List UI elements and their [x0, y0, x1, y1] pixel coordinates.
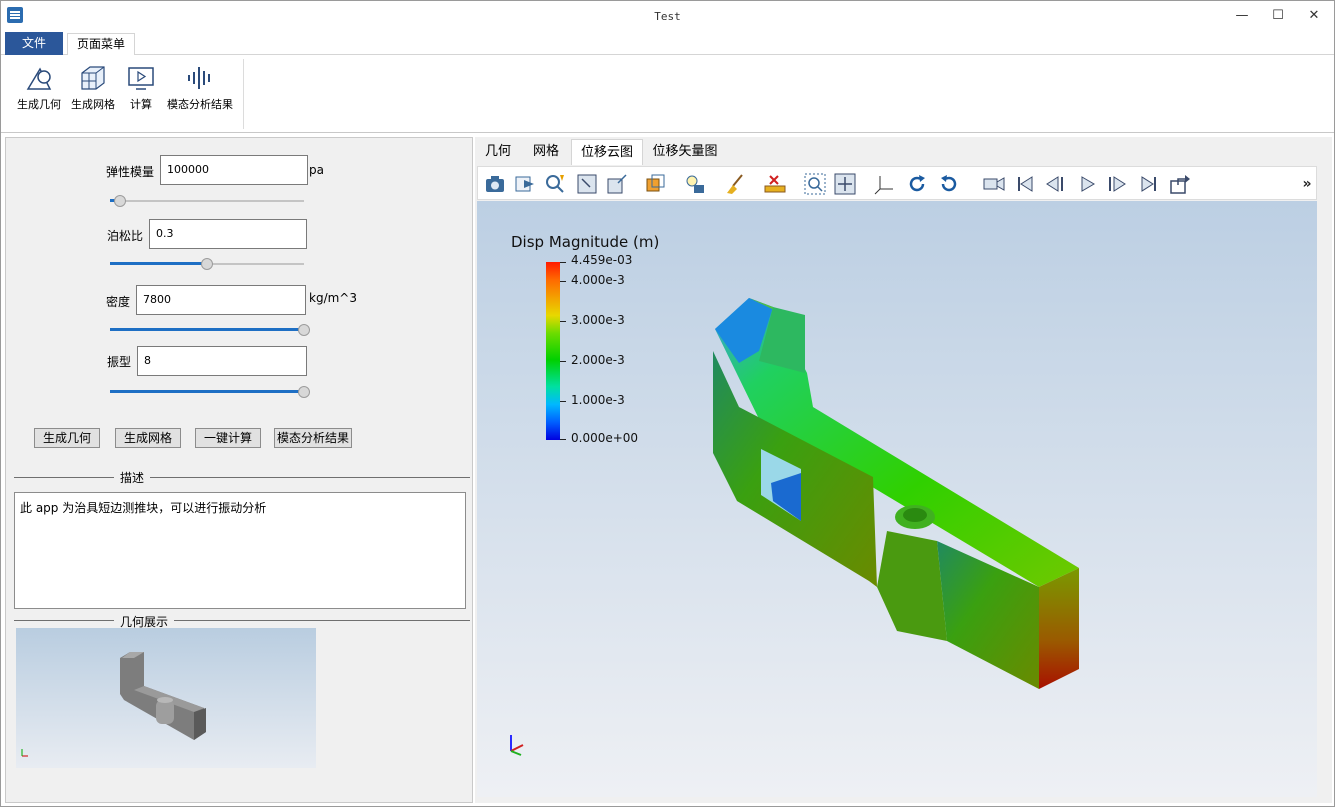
maximize-button[interactable]: ☐: [1263, 5, 1293, 27]
title-bar: Test — ☐ ✕: [1, 1, 1334, 31]
tab-geometry[interactable]: 几何: [475, 139, 521, 165]
minimize-button[interactable]: —: [1227, 5, 1257, 27]
generate-mesh-button[interactable]: 生成网格: [115, 428, 181, 448]
center-icon[interactable]: [834, 173, 856, 195]
description-divider: [14, 477, 470, 478]
record-icon[interactable]: [983, 173, 1005, 195]
mode-label: 振型: [107, 355, 132, 369]
generate-geometry-button[interactable]: 生成几何: [34, 428, 100, 448]
geometry-preview-image: [16, 628, 316, 768]
play-icon[interactable]: [1076, 173, 1098, 195]
description-textbox[interactable]: 此 app 为治具短边测推块，可以进行振动分析: [14, 492, 466, 609]
ribbon-button-label: 生成网格: [71, 98, 115, 111]
clear-icon[interactable]: [724, 173, 746, 195]
close-button[interactable]: ✕: [1299, 5, 1329, 27]
ribbon-body: 生成几何 生成网格 计算 模态分析结果: [1, 55, 1334, 133]
first-frame-icon[interactable]: [1014, 173, 1036, 195]
camera-icon[interactable]: [484, 173, 506, 195]
mode-slider[interactable]: [110, 384, 310, 400]
zoom-select-icon[interactable]: [804, 173, 826, 195]
modal-result-icon: [185, 63, 215, 93]
export-icon[interactable]: [514, 173, 536, 195]
last-frame-icon[interactable]: [1138, 173, 1160, 195]
ribbon-generate-geometry-button[interactable]: 生成几何: [15, 63, 63, 123]
geometry-icon: [24, 63, 54, 93]
displacement-model: [510, 298, 1079, 756]
preview-axes-icon: [21, 749, 28, 757]
poisson-ratio-input[interactable]: 0.3: [149, 219, 307, 249]
axes-icon[interactable]: [874, 173, 896, 195]
viewport-axes-icon: [510, 735, 524, 756]
prev-frame-icon[interactable]: [1044, 173, 1066, 195]
mode-input[interactable]: 8: [137, 346, 307, 376]
toolbar-more-button[interactable]: »: [1296, 173, 1318, 195]
view-cube-icon[interactable]: [644, 173, 666, 195]
ribbon-generate-mesh-button[interactable]: 生成网格: [69, 63, 117, 123]
3d-viewport[interactable]: Disp Magnitude (m) 4.459e-03 4.000e-3 3.…: [477, 201, 1317, 797]
ribbon-modal-result-button[interactable]: 模态分析结果: [165, 63, 235, 123]
tab-file[interactable]: 文件: [5, 32, 63, 55]
one-click-compute-button[interactable]: 一键计算: [195, 428, 261, 448]
description-title: 描述: [114, 469, 151, 486]
geometry-preview-divider: [14, 620, 470, 621]
description-text: 此 app 为治具短边测推块，可以进行振动分析: [20, 501, 267, 515]
density-slider[interactable]: [110, 322, 310, 338]
app-window: Test — ☐ ✕ 文件 页面菜单 生成几何 生成网格 计算 模态分析结果 弹…: [0, 0, 1335, 807]
density-input[interactable]: 7800: [136, 285, 306, 315]
visualization-panel: 几何 网格 位移云图 位移矢量图 » Disp Magnitude (m) 4.…: [475, 137, 1332, 803]
ribbon-button-label: 模态分析结果: [167, 98, 233, 111]
tab-page-menu[interactable]: 页面菜单: [67, 33, 135, 56]
rotate-ccw-icon[interactable]: [938, 173, 960, 195]
pick-icon[interactable]: [544, 173, 566, 195]
parameter-panel: 弹性模量 100000 pa 泊松比 0.3 密度 7800 kg/m^3 振型…: [5, 137, 473, 803]
tab-displacement-contour[interactable]: 位移云图: [571, 139, 643, 165]
tab-mesh[interactable]: 网格: [523, 139, 569, 165]
fit-icon[interactable]: [606, 173, 628, 195]
window-title: Test: [654, 10, 681, 23]
density-label: 密度: [106, 295, 131, 309]
ruler-icon[interactable]: [764, 173, 786, 195]
elastic-modulus-unit: pa: [309, 163, 324, 177]
poisson-ratio-label: 泊松比: [107, 229, 144, 243]
rotate-cw-icon[interactable]: [906, 173, 928, 195]
ribbon-compute-button[interactable]: 计算: [125, 63, 157, 123]
elastic-modulus-input[interactable]: 100000: [160, 155, 308, 185]
ribbon-button-label: 计算: [130, 98, 152, 111]
ribbon-tabs: 文件 页面菜单: [1, 31, 1334, 56]
mesh-icon: [78, 63, 108, 93]
density-unit: kg/m^3: [309, 291, 357, 305]
ribbon-button-label: 生成几何: [17, 98, 61, 111]
poisson-ratio-slider[interactable]: [110, 256, 304, 272]
zoom-box-icon[interactable]: [576, 173, 598, 195]
share-icon[interactable]: [1169, 173, 1191, 195]
next-frame-icon[interactable]: [1106, 173, 1128, 195]
light-icon[interactable]: [684, 173, 706, 195]
modal-analysis-result-button[interactable]: 模态分析结果: [274, 428, 352, 448]
compute-icon: [126, 63, 156, 93]
ribbon-separator: [243, 59, 244, 129]
viewer-toolbar: »: [477, 166, 1317, 200]
elastic-modulus-label: 弹性模量: [106, 165, 155, 179]
tab-displacement-vector[interactable]: 位移矢量图: [645, 139, 725, 165]
elastic-modulus-slider[interactable]: [110, 193, 304, 209]
